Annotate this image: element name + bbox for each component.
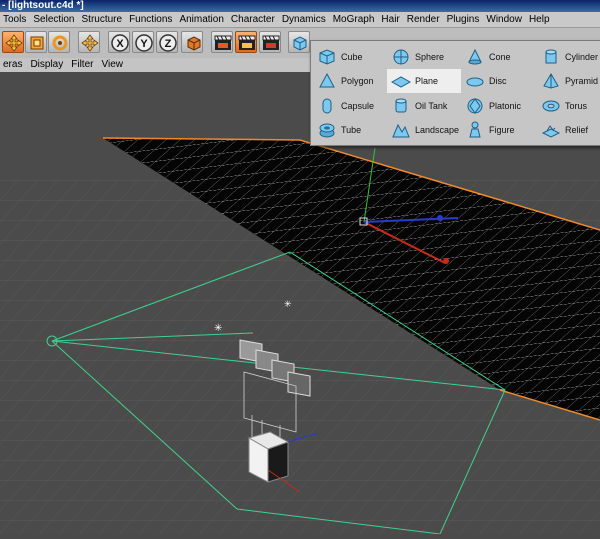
polygon-icon bbox=[319, 72, 335, 88]
x-axis-icon: X bbox=[111, 34, 129, 52]
sphere-icon bbox=[393, 49, 409, 65]
menu-tools[interactable]: Tools bbox=[0, 12, 30, 27]
primitive-oil-tank[interactable]: Oil Tank bbox=[387, 94, 461, 118]
clapper-icon bbox=[214, 35, 232, 50]
primitive-platonic[interactable]: Platonic bbox=[461, 94, 535, 118]
clapper-settings-icon bbox=[262, 35, 280, 50]
viewport-menu-filter[interactable]: Filter bbox=[68, 58, 98, 72]
cube-icon bbox=[319, 49, 335, 65]
light-star-icon: ✳ bbox=[214, 323, 222, 334]
plane-icon bbox=[391, 76, 411, 88]
menu-help[interactable]: Help bbox=[526, 12, 554, 27]
menu-animation[interactable]: Animation bbox=[176, 12, 227, 27]
disc-icon bbox=[466, 77, 484, 87]
menu-dynamics[interactable]: Dynamics bbox=[279, 12, 330, 27]
viewport-menu-view[interactable]: View bbox=[98, 58, 128, 72]
cone-icon bbox=[468, 48, 482, 65]
figure-icon bbox=[469, 121, 481, 138]
z-axis-lock-button[interactable]: Z bbox=[156, 31, 178, 53]
primitive-tube[interactable]: Tube bbox=[313, 118, 387, 142]
cylinder-icon bbox=[545, 49, 557, 64]
svg-text:Z: Z bbox=[165, 38, 172, 50]
rotate-tool-button[interactable] bbox=[48, 31, 70, 53]
scale-icon bbox=[30, 36, 44, 50]
z-axis-knob[interactable] bbox=[437, 215, 443, 221]
svg-text:Y: Y bbox=[140, 38, 148, 50]
menu-plugins[interactable]: Plugins bbox=[444, 12, 484, 27]
primitive-sphere[interactable]: Sphere bbox=[387, 45, 461, 69]
primitive-cylinder[interactable]: Cylinder bbox=[537, 45, 600, 69]
live-selection-button[interactable] bbox=[78, 31, 100, 53]
window-title-bar: - [lightsout.c4d *] bbox=[0, 0, 600, 12]
menu-selection[interactable]: Selection bbox=[30, 12, 78, 27]
primitive-landscape[interactable]: Landscape bbox=[387, 118, 461, 142]
primitive-polygon[interactable]: Polygon bbox=[313, 69, 387, 93]
pyramid-icon bbox=[543, 73, 559, 89]
coordinate-system-button[interactable] bbox=[181, 31, 203, 53]
viewport-menu-display[interactable]: Display bbox=[27, 58, 68, 72]
render-picture-viewer-button[interactable] bbox=[235, 31, 257, 53]
primitive-cube[interactable]: Cube bbox=[313, 45, 387, 69]
y-axis-lock-button[interactable]: Y bbox=[132, 31, 154, 53]
menu-hair[interactable]: Hair bbox=[378, 12, 403, 27]
clapper-viewer-icon bbox=[238, 35, 256, 50]
menu-mograph[interactable]: MoGraph bbox=[330, 12, 379, 27]
primitive-disc[interactable]: Disc bbox=[461, 69, 535, 93]
render-view-button[interactable] bbox=[211, 31, 233, 53]
menu-character[interactable]: Character bbox=[228, 12, 279, 27]
y-axis-icon: Y bbox=[135, 34, 153, 52]
relief-icon bbox=[541, 125, 561, 138]
x-axis-knob[interactable] bbox=[443, 258, 449, 264]
primitive-torus[interactable]: Torus bbox=[537, 94, 600, 118]
primitive-pyramid[interactable]: Pyramid bbox=[537, 69, 600, 93]
x-axis-lock-button[interactable]: X bbox=[108, 31, 130, 53]
primitive-cone[interactable]: Cone bbox=[461, 45, 535, 69]
z-axis-icon: Z bbox=[159, 34, 177, 52]
axis-move-icon bbox=[81, 34, 99, 52]
world-coordinates-icon bbox=[187, 36, 201, 51]
menu-render[interactable]: Render bbox=[404, 12, 444, 27]
primitives-palette: Cube Polygon Capsule Tube Sphere Plane O… bbox=[310, 40, 600, 146]
window-title: - [lightsout.c4d *] bbox=[2, 0, 84, 11]
primitive-figure[interactable]: Figure bbox=[461, 118, 535, 142]
rotate-icon bbox=[52, 35, 68, 51]
move-icon bbox=[5, 34, 23, 52]
capsule-icon bbox=[322, 98, 332, 114]
oil-tank-icon bbox=[395, 98, 407, 113]
tube-icon bbox=[319, 123, 335, 138]
cube-icon bbox=[293, 36, 307, 51]
platonic-icon bbox=[467, 98, 483, 114]
viewport-menu-bar: eras Display Filter View bbox=[0, 58, 310, 72]
primitive-relief[interactable]: Relief bbox=[537, 118, 600, 142]
primitive-capsule[interactable]: Capsule bbox=[313, 94, 387, 118]
viewport-menu-cameras[interactable]: eras bbox=[0, 58, 27, 72]
light-star-small-icon: ✳ bbox=[284, 299, 292, 309]
menu-window[interactable]: Window bbox=[483, 12, 526, 27]
torus-icon bbox=[542, 100, 560, 112]
landscape-icon bbox=[392, 123, 410, 138]
svg-text:X: X bbox=[116, 38, 124, 50]
main-menu-bar: Tools Selection Structure Functions Animatio… bbox=[0, 12, 600, 28]
scale-tool-button[interactable] bbox=[25, 31, 47, 53]
primitive-plane[interactable]: Plane bbox=[387, 69, 461, 93]
move-tool-button[interactable] bbox=[2, 31, 24, 53]
cube-primitive-menu-button[interactable] bbox=[288, 31, 310, 53]
menu-structure[interactable]: Structure bbox=[79, 12, 127, 27]
menu-functions[interactable]: Functions bbox=[126, 12, 176, 27]
edit-render-settings-button[interactable] bbox=[259, 31, 281, 53]
